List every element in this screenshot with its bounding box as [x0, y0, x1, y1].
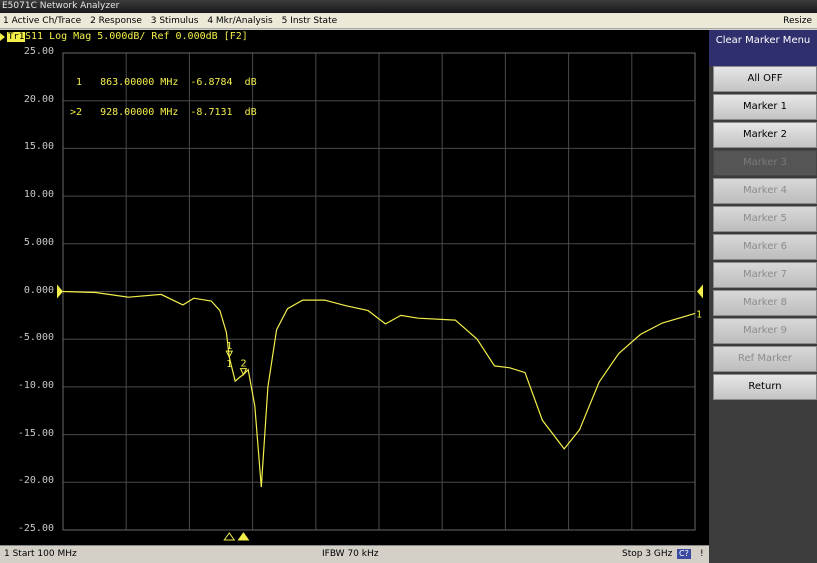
- marker-1-label: 1: [226, 341, 232, 352]
- softkey-marker-2[interactable]: Marker 2: [713, 122, 817, 148]
- window-titlebar: E5071C Network Analyzer: [0, 0, 817, 13]
- status-stop-frequency: Stop 3 GHz: [622, 549, 673, 559]
- menu-item-active-ch-trace[interactable]: 1 Active Ch/Trace: [0, 13, 84, 29]
- menu-bar: 1 Active Ch/Trace 2 Response 3 Stimulus …: [0, 13, 817, 29]
- ref-level-right-arrow-icon: [697, 284, 703, 299]
- softkey-all-off[interactable]: All OFF: [713, 66, 817, 92]
- status-ifbw: IFBW 70 kHz: [322, 549, 379, 559]
- softkey-marker-3[interactable]: Marker 3: [713, 150, 817, 176]
- softkey-marker-9[interactable]: Marker 9: [713, 318, 817, 344]
- softkey-ref-marker[interactable]: Ref Marker: [713, 346, 817, 372]
- softkey-marker-4[interactable]: Marker 4: [713, 178, 817, 204]
- marker-2-stimulus-icon: [237, 532, 250, 541]
- softkey-marker-8[interactable]: Marker 8: [713, 290, 817, 316]
- softkey-marker-5[interactable]: Marker 5: [713, 206, 817, 232]
- menu-item-mkr-analysis[interactable]: 4 Mkr/Analysis: [204, 13, 275, 29]
- softkey-return[interactable]: Return: [713, 374, 817, 400]
- window-title: E5071C Network Analyzer: [2, 1, 120, 11]
- calibration-status-badge: C?: [677, 549, 691, 559]
- warning-indicator: !: [700, 549, 704, 559]
- marker-1-sub-label: 1: [226, 359, 232, 370]
- trace-end-label: 1: [696, 309, 702, 320]
- marker-readout-row: 1 863.00000 MHz -6.8784 dB: [70, 77, 257, 88]
- softkey-menu-title: Clear Marker Menu: [709, 30, 817, 66]
- measurement-screen[interactable]: Tr1 S11 Log Mag 5.000dB/ Ref 0.000dB [F2…: [0, 30, 709, 545]
- softkey-marker-7[interactable]: Marker 7: [713, 262, 817, 288]
- menu-item-instr-state[interactable]: 5 Instr State: [279, 13, 341, 29]
- status-start-frequency: 1 Start 100 MHz: [4, 549, 77, 559]
- softkey-panel: Clear Marker Menu All OFF Marker 1 Marke…: [709, 30, 817, 563]
- marker-readout-table: 1 863.00000 MHz -6.8784 dB >2 928.00000 …: [70, 58, 257, 138]
- resize-button[interactable]: Resize: [780, 13, 815, 29]
- marker-2-label: 2: [240, 359, 246, 370]
- menu-item-stimulus[interactable]: 3 Stimulus: [148, 13, 202, 29]
- menu-item-response[interactable]: 2 Response: [87, 13, 145, 29]
- ref-level-left-arrow-icon: [57, 284, 63, 299]
- status-bar: 1 Start 100 MHz IFBW 70 kHz Stop 3 GHz C…: [0, 545, 709, 563]
- marker-readout-row: >2 928.00000 MHz -8.7131 dB: [70, 107, 257, 118]
- marker-1-stimulus-icon: [223, 532, 236, 541]
- softkey-marker-6[interactable]: Marker 6: [713, 234, 817, 260]
- softkey-marker-1[interactable]: Marker 1: [713, 94, 817, 120]
